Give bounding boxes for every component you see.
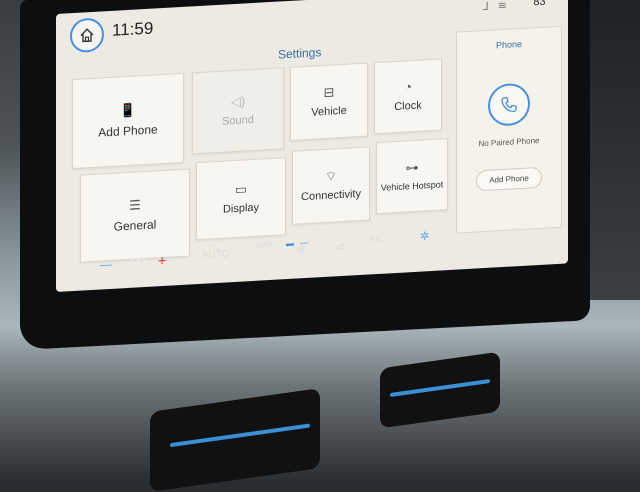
- phone-panel-title: Phone: [495, 38, 523, 51]
- fan-icon[interactable]: ✻: [296, 242, 306, 257]
- tile-label: Display: [222, 201, 260, 216]
- fan-level: LO: [130, 254, 147, 270]
- tile-add-phone[interactable]: 📱 Add Phone: [72, 72, 184, 170]
- tile-display[interactable]: ▭ Display: [196, 157, 286, 241]
- tile-label: Vehicle Hotspot: [380, 179, 444, 193]
- tile-connectivity[interactable]: ⌔ Connectivity: [292, 146, 370, 225]
- tile-label: Connectivity: [301, 187, 361, 204]
- home-icon: [80, 28, 94, 43]
- phone-add-icon: 📱: [119, 102, 137, 119]
- status-icons: ⅃ ≋: [482, 0, 510, 14]
- tile-label: Sound: [222, 113, 254, 128]
- add-phone-button[interactable]: Add Phone: [476, 166, 542, 192]
- tile-vehicle-hotspot[interactable]: ⊶ Vehicle Hotspot: [376, 138, 448, 215]
- recirculation-icon[interactable]: ⇄: [336, 240, 345, 254]
- phone-icon: [501, 97, 517, 113]
- speaker-icon: ◁): [230, 93, 246, 110]
- wifi-icon: ⌔: [324, 168, 338, 184]
- fan-plus-button[interactable]: +: [158, 252, 166, 268]
- phone-button[interactable]: [488, 82, 530, 127]
- home-button[interactable]: [70, 17, 104, 54]
- clock-icon: ◔: [404, 79, 412, 95]
- ac-button[interactable]: A/C: [370, 234, 383, 244]
- right-fan-icon[interactable]: ✲: [420, 229, 429, 243]
- tile-clock[interactable]: ◔ Clock: [374, 58, 442, 135]
- tile-label: General: [113, 217, 157, 234]
- outside-temperature: 83°: [533, 0, 550, 9]
- fan-minus-button[interactable]: —: [100, 257, 112, 272]
- sliders-icon: ☰: [129, 197, 141, 213]
- tile-label: Vehicle: [311, 104, 347, 119]
- auto-button[interactable]: AUTO: [202, 249, 230, 262]
- vehicle-icon: ⊟: [323, 84, 335, 101]
- max-defrost-button[interactable]: MAX: [256, 240, 273, 250]
- phone-status: No Paired Phone: [478, 135, 540, 149]
- clock-time: 11:59: [112, 18, 154, 40]
- phone-panel: Phone No Paired Phone Add Phone: [456, 25, 562, 234]
- tile-sound[interactable]: ◁) Sound: [192, 67, 284, 155]
- tile-label: Add Phone: [98, 122, 158, 140]
- hotspot-car-icon: ⊶: [405, 159, 419, 176]
- tile-label: Clock: [394, 99, 422, 114]
- tile-vehicle[interactable]: ⊟ Vehicle: [290, 62, 368, 141]
- display-icon: ▭: [234, 181, 248, 198]
- page-title: Settings: [278, 45, 322, 62]
